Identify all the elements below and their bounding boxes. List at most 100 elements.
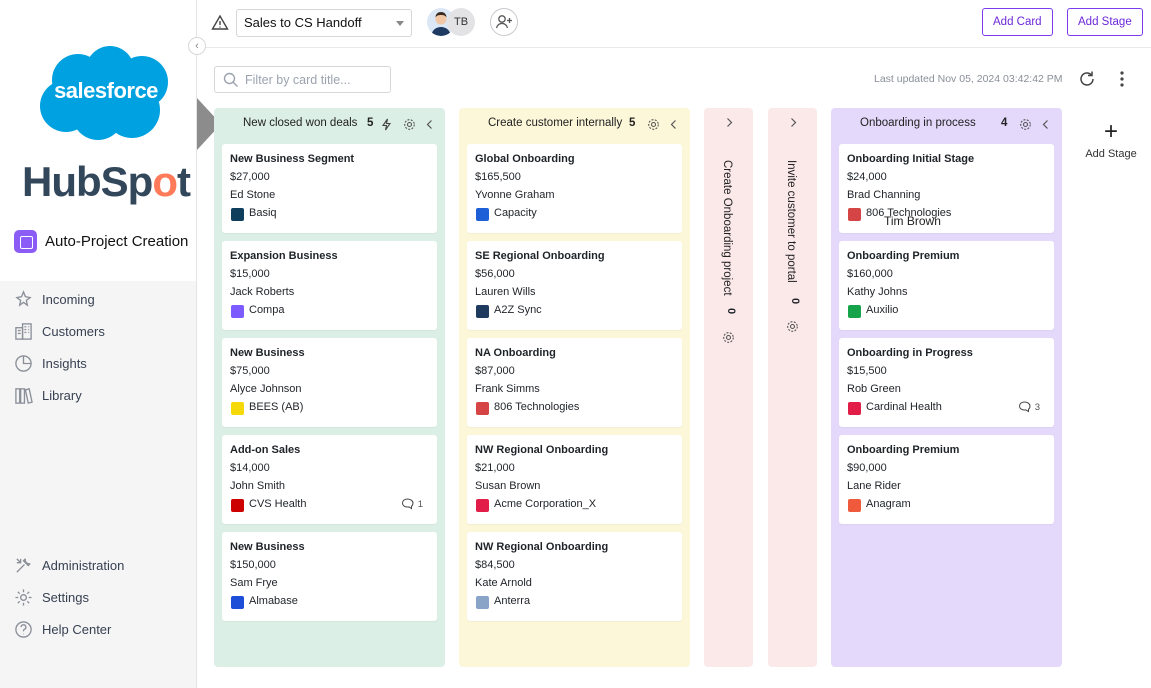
card-title: Onboarding Premium (847, 444, 960, 456)
company-logo-icon (231, 596, 244, 609)
deal-card[interactable]: New Business Segment $27,000 Ed Stone Basiq (222, 144, 437, 233)
company-logo-icon (231, 208, 244, 221)
chevron-left-icon[interactable] (667, 118, 680, 131)
deal-card[interactable]: Onboarding Premium $160,000 Kathy Johns Aux… (839, 241, 1054, 330)
nav-item-settings[interactable]: Settings (0, 581, 196, 613)
lightning-icon[interactable] (380, 118, 393, 131)
gear-icon[interactable] (1019, 118, 1032, 131)
nav-item-library[interactable]: Library (0, 379, 196, 411)
nav-label: Incoming (42, 291, 95, 307)
chevron-left-icon[interactable] (423, 118, 436, 131)
deal-card[interactable]: NW Regional Onboarding $21,000 Susan Brown… (467, 435, 682, 524)
nav-item-customers[interactable]: Customers (0, 315, 196, 347)
card-amount: $87,000 (475, 365, 515, 377)
sidebar-collapse-button[interactable]: ‹ (188, 37, 206, 55)
nav-item-administration[interactable]: Administration (0, 549, 196, 581)
deal-card[interactable]: Expansion Business $15,000 Jack Roberts Com… (222, 241, 437, 330)
stage-header: New closed won deals 5 (214, 114, 445, 136)
comments-count-value: 3 (1034, 401, 1040, 413)
deal-card[interactable]: Onboarding Premium $90,000 Lane Rider Anagr… (839, 435, 1054, 524)
nav-item-insights[interactable]: Insights (0, 347, 196, 379)
stage-column: Onboarding in process 4 Onboarding Initi… (831, 108, 1062, 667)
card-amount: $24,000 (847, 171, 887, 183)
nav-label: Customers (42, 323, 105, 339)
chevron-left-icon[interactable] (1039, 118, 1052, 131)
company-logo-icon (231, 305, 244, 318)
card-title: New Business (230, 347, 305, 359)
chevron-right-icon[interactable] (723, 116, 736, 129)
nav-item-incoming[interactable]: Incoming (0, 283, 196, 315)
deal-card[interactable]: Onboarding in Progress $15,500 Rob Green Ca… (839, 338, 1054, 427)
app-name: Auto-Project Creation (45, 233, 189, 250)
deal-card[interactable]: Add-on Sales $14,000 John Smith CVS Health 1 (222, 435, 437, 524)
deal-card[interactable]: New Business $150,000 Sam Frye Almabase (222, 532, 437, 621)
deal-card[interactable]: SE Regional Onboarding $56,000 Lauren Will… (467, 241, 682, 330)
stage-count: 0 (725, 308, 737, 315)
gear-icon[interactable] (722, 331, 735, 344)
stage-header: Create customer internally 5 (459, 114, 690, 136)
stage-count: 5 (367, 117, 374, 129)
comments-count[interactable]: 3 (1018, 401, 1040, 413)
nav-item-help-center[interactable]: Help Center (0, 613, 196, 645)
card-amount: $75,000 (230, 365, 270, 377)
nav-label: Insights (42, 355, 87, 371)
avatar-initials[interactable]: TB (447, 8, 475, 36)
company-logo-icon (848, 499, 861, 512)
comments-count[interactable]: 1 (401, 498, 423, 510)
more-options-icon[interactable] (1115, 70, 1129, 88)
card-owner: Yvonne Graham (475, 189, 555, 201)
filter-box[interactable] (214, 66, 391, 93)
card-company: CVS Health (249, 498, 307, 510)
card-company: Auxilio (866, 304, 899, 316)
board-select[interactable]: Sales to CS Handoff (236, 9, 412, 37)
card-owner: Alyce Johnson (230, 383, 302, 395)
card-company: Acme Corporation_X (494, 498, 597, 510)
nav-label: Settings (42, 589, 89, 605)
customers-icon (14, 322, 33, 341)
comment-icon (1018, 401, 1031, 413)
gear-icon[interactable] (786, 320, 799, 333)
add-stage-label: Add Stage (1085, 148, 1137, 160)
gear-icon[interactable] (647, 118, 660, 131)
deal-card[interactable]: Global Onboarding $165,500 Yvonne Graham Ca… (467, 144, 682, 233)
refresh-icon[interactable] (1078, 70, 1096, 88)
card-title: SE Regional Onboarding (475, 250, 605, 262)
card-title: NA Onboarding (475, 347, 556, 359)
add-stage-button[interactable]: Add Stage (1067, 8, 1143, 36)
card-owner: Kate Arnold (475, 577, 532, 589)
card-title: Expansion Business (230, 250, 338, 262)
administration-icon (14, 556, 33, 575)
deal-card[interactable]: NA Onboarding $87,000 Frank Simms 806 Techn… (467, 338, 682, 427)
app-switcher[interactable]: Auto-Project Creation (14, 230, 188, 253)
stage-title: New closed won deals (243, 117, 358, 129)
card-title: New Business Segment (230, 153, 355, 165)
chevron-right-icon[interactable] (787, 116, 800, 129)
add-stage-column-button[interactable]: + Add Stage (1076, 120, 1146, 161)
deal-card[interactable]: New Business $75,000 Alyce Johnson BEES (AB… (222, 338, 437, 427)
deal-card[interactable]: Onboarding Initial Stage $24,000 Brad Chan… (839, 144, 1054, 233)
stage-count: 4 (1001, 117, 1008, 129)
add-user-button[interactable] (490, 8, 518, 36)
card-amount: $56,000 (475, 268, 515, 280)
card-amount: $27,000 (230, 171, 270, 183)
nav-label: Administration (42, 557, 125, 573)
card-amount: $165,500 (475, 171, 521, 183)
add-card-button[interactable]: Add Card (982, 8, 1053, 36)
stage-count: 5 (629, 117, 636, 129)
card-amount: $150,000 (230, 559, 276, 571)
card-company: A2Z Sync (494, 304, 542, 316)
card-title: Onboarding Initial Stage (847, 153, 975, 165)
card-owner: Susan Brown (475, 480, 541, 492)
bottom-nav: Administration Settings Help Center (0, 549, 196, 645)
incoming-icon (14, 289, 33, 309)
stage-column-collapsed: Invite customer to portal 0 (768, 108, 817, 667)
company-logo-icon (476, 305, 489, 318)
stage-title: Onboarding in process (860, 117, 976, 129)
gear-icon[interactable] (403, 118, 416, 131)
company-logo-icon (848, 305, 861, 318)
filter-input[interactable] (245, 71, 385, 89)
card-company: 806 Technologies (494, 401, 580, 413)
deal-card[interactable]: NW Regional Onboarding $84,500 Kate Arnold… (467, 532, 682, 621)
chevron-down-icon (396, 21, 404, 26)
company-logo-icon (476, 499, 489, 512)
